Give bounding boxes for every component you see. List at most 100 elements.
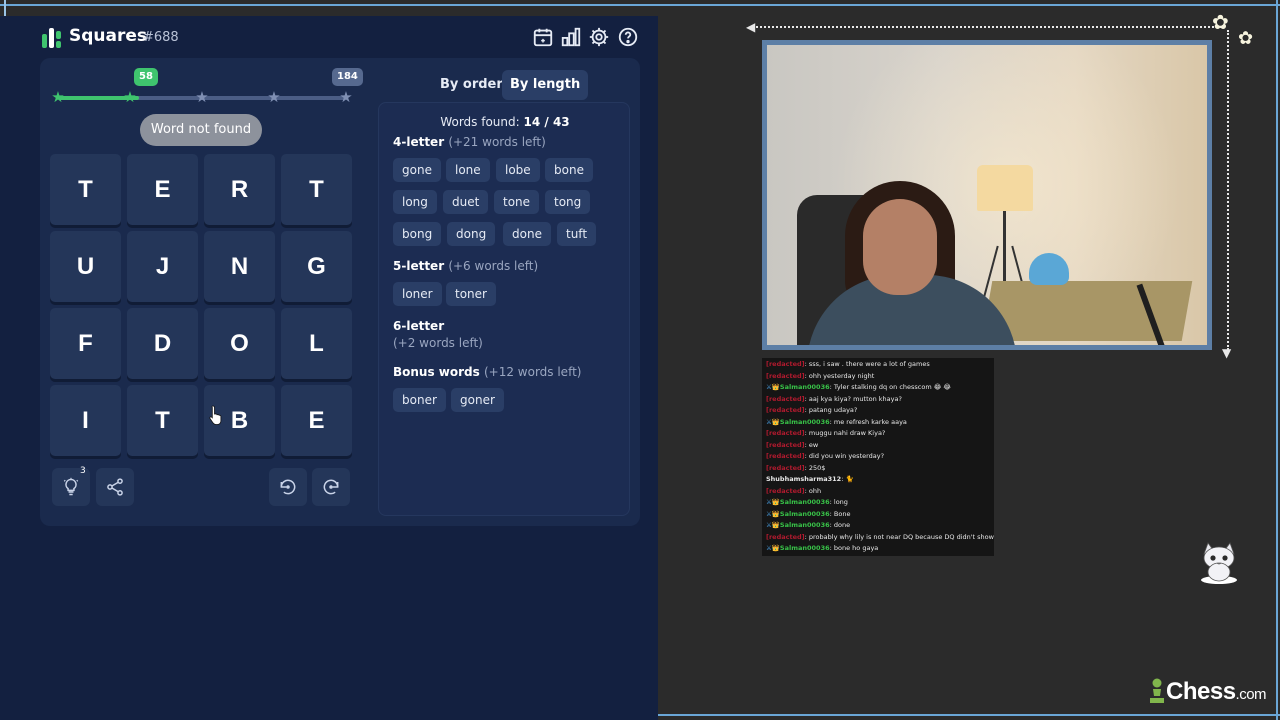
chat-username[interactable]: Salman00036 bbox=[780, 383, 830, 391]
chat-username[interactable]: Salman00036 bbox=[780, 521, 830, 529]
word-chip[interactable]: tuft bbox=[557, 222, 597, 246]
chat-username[interactable]: [redacted] bbox=[766, 464, 805, 472]
milestone-star-icon: ★ bbox=[51, 88, 65, 106]
words-found-panel: Words found: 14 / 43 4-letter (+21 words… bbox=[378, 102, 630, 516]
word-chip[interactable]: lobe bbox=[496, 158, 540, 182]
chat-username[interactable]: Salman00036 bbox=[780, 510, 830, 518]
letter-tile[interactable]: N bbox=[204, 231, 275, 302]
words-found-summary: Words found: 14 / 43 bbox=[379, 115, 631, 129]
word-chip[interactable]: gone bbox=[393, 158, 441, 182]
word-chip[interactable]: goner bbox=[451, 388, 504, 412]
brand-name: Chess bbox=[1166, 678, 1236, 705]
frame-left-line bbox=[4, 0, 6, 16]
chat-username[interactable]: [redacted] bbox=[766, 487, 805, 495]
sort-mode-tabs: By order By length bbox=[432, 70, 632, 100]
chat-username[interactable]: [redacted] bbox=[766, 452, 805, 460]
current-score-badge: 58 bbox=[134, 68, 158, 86]
word-chip[interactable]: tone bbox=[494, 190, 540, 214]
decorative-dotted-line bbox=[1227, 30, 1229, 350]
chat-text: 250$ bbox=[808, 463, 826, 472]
section-title: 5-letter bbox=[393, 259, 445, 273]
pawn-icon bbox=[1150, 678, 1164, 703]
letter-tile[interactable]: G bbox=[281, 231, 352, 302]
letter-tile[interactable]: R bbox=[204, 154, 275, 225]
lightbulb-icon bbox=[63, 477, 79, 496]
chat-username[interactable]: Shubhamsharma312 bbox=[766, 475, 841, 483]
letter-tile[interactable]: F bbox=[50, 308, 121, 379]
chat-message: [redacted]: patang udaya? bbox=[766, 406, 858, 414]
letter-tile[interactable]: L bbox=[281, 308, 352, 379]
stats-icon[interactable] bbox=[560, 26, 582, 48]
letter-tile[interactable]: T bbox=[281, 154, 352, 225]
letter-tile[interactable]: T bbox=[50, 154, 121, 225]
word-chip[interactable]: bong bbox=[393, 222, 442, 246]
rotate-left-button[interactable] bbox=[269, 468, 307, 506]
hint-button[interactable]: 3 bbox=[52, 466, 90, 506]
word-chip[interactable]: boner bbox=[393, 388, 446, 412]
squares-logo-icon bbox=[42, 28, 62, 48]
settings-icon[interactable] bbox=[588, 26, 610, 48]
section-bonus-words: Bonus words (+12 words left) bbox=[393, 365, 581, 379]
chat-username[interactable]: [redacted] bbox=[766, 406, 805, 414]
chat-username[interactable]: [redacted] bbox=[766, 441, 805, 449]
word-chip[interactable]: done bbox=[503, 222, 551, 246]
letter-tile[interactable]: U bbox=[50, 231, 121, 302]
word-chip[interactable]: toner bbox=[446, 282, 496, 306]
chat-text: me refresh karke aaya bbox=[833, 417, 907, 426]
word-chip[interactable]: tong bbox=[545, 190, 591, 214]
section-5-letter: 5-letter (+6 words left) bbox=[393, 259, 538, 273]
word-chip[interactable]: bone bbox=[545, 158, 593, 182]
share-button[interactable] bbox=[96, 468, 134, 506]
word-chip[interactable]: duet bbox=[443, 190, 489, 214]
letter-tile[interactable]: T bbox=[127, 385, 198, 456]
chat-text: patang udaya? bbox=[808, 406, 858, 414]
letter-tile[interactable]: O bbox=[204, 308, 275, 379]
chat-username[interactable]: [redacted] bbox=[766, 360, 805, 368]
arrow-left-icon: ◀ bbox=[746, 20, 756, 34]
rotate-right-button[interactable] bbox=[312, 468, 350, 506]
word-chip[interactable]: loner bbox=[393, 282, 442, 306]
section-title: 4-letter bbox=[393, 135, 445, 149]
letter-tile[interactable]: J bbox=[127, 231, 198, 302]
chat-badge-icon: ⚔👑 bbox=[766, 498, 780, 506]
chat-badge-icon: ⚔👑 bbox=[766, 509, 780, 518]
word-chip[interactable]: lone bbox=[446, 158, 490, 182]
chat-text: ohh bbox=[808, 486, 822, 495]
webcam-frame bbox=[762, 40, 1212, 350]
word-chip[interactable]: dong bbox=[447, 222, 496, 246]
help-icon[interactable] bbox=[617, 26, 639, 48]
letter-tile[interactable]: E bbox=[281, 385, 352, 456]
chat-username[interactable]: [redacted] bbox=[766, 372, 805, 380]
chat-badge-icon: ⚔👑 bbox=[766, 417, 780, 426]
chat-username[interactable]: [redacted] bbox=[766, 395, 805, 403]
tab-by-length[interactable]: By length bbox=[502, 70, 589, 100]
tab-by-order[interactable]: By order bbox=[432, 70, 511, 100]
board-card: ★ ★ ★ ★ ★ 58 184 Word not found T E R T … bbox=[40, 58, 640, 526]
milestone-star-icon: ★ bbox=[267, 88, 281, 106]
chat-message: [redacted]: did you win yesterday? bbox=[766, 452, 885, 460]
word-chip[interactable]: long bbox=[393, 190, 437, 214]
flower-icon: ✿ bbox=[1238, 28, 1254, 49]
chat-message: ⚔👑Salman00036: bone ho gaya bbox=[766, 544, 879, 552]
letter-tile[interactable]: D bbox=[127, 308, 198, 379]
chat-message: ⚔👑Salman00036: Bone bbox=[766, 509, 851, 518]
chat-username[interactable]: Salman00036 bbox=[780, 544, 830, 552]
chat-username[interactable]: [redacted] bbox=[766, 533, 805, 541]
chat-message: Shubhamsharma312: 🐈 bbox=[766, 475, 854, 483]
chat-text: probably why lily is not near DQ because… bbox=[808, 532, 994, 541]
chat-username[interactable]: Salman00036 bbox=[780, 498, 830, 506]
chat-username[interactable]: [redacted] bbox=[766, 429, 805, 437]
calendar-icon[interactable] bbox=[532, 26, 554, 48]
letter-tile[interactable]: I bbox=[50, 385, 121, 456]
letter-tile[interactable]: E bbox=[127, 154, 198, 225]
chat-text: Tyler stalking dq on chesscom 😂 😂 bbox=[833, 383, 951, 391]
chat-message: [redacted]: sss, i saw . there were a lo… bbox=[766, 360, 930, 368]
milestone-star-icon: ★ bbox=[339, 88, 353, 106]
chat-message: ⚔👑Salman00036: long bbox=[766, 498, 848, 506]
chat-text: aaj kya kiya? mutton khaya? bbox=[808, 394, 902, 403]
section-6-letter: 6-letter (+2 words left) bbox=[393, 319, 483, 350]
rotate-left-icon bbox=[280, 479, 296, 495]
lamp bbox=[977, 165, 1033, 211]
chat-username[interactable]: Salman00036 bbox=[780, 418, 830, 426]
frame-right-line bbox=[1276, 0, 1278, 720]
